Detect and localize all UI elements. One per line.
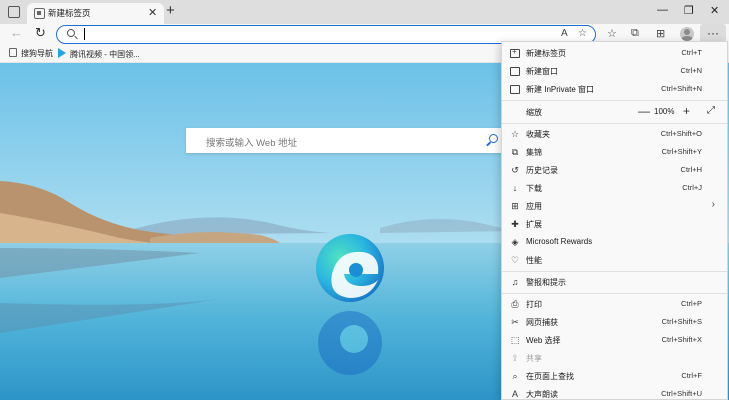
page-search-icon[interactable] (489, 134, 498, 143)
web-capture-icon: ✂ (511, 317, 519, 327)
zoom-in-button[interactable]: + (683, 104, 690, 118)
menu-item-collections[interactable]: ⧉ 集锦 Ctrl+Shift+Y (502, 143, 727, 161)
minimize-button[interactable]: — (657, 4, 668, 16)
menu-item-rewards[interactable]: ◈ Microsoft Rewards (502, 233, 727, 251)
collections-icon: ⧉ (511, 147, 519, 157)
apps-icon: ⊞ (511, 201, 519, 211)
play-icon (58, 48, 66, 58)
new-tab-favicon-icon (34, 8, 45, 19)
refresh-button[interactable]: ↻ (35, 25, 46, 41)
tab-new-tab[interactable]: 新建标签页 ✕ (27, 3, 164, 24)
menu-item-downloads[interactable]: ↓ 下载 Ctrl+J (502, 179, 727, 197)
zoom-level: 100% (654, 107, 675, 116)
read-aloud-icon[interactable]: A (561, 28, 568, 39)
menu-item-alerts[interactable]: ♫ 警报和提示 (502, 273, 727, 291)
favorite-item-tencent-video[interactable]: 腾讯视频 - 中国领... (58, 48, 140, 60)
zoom-out-button[interactable]: — (638, 104, 650, 118)
favorites-icon[interactable]: ☆ (607, 27, 617, 40)
menu-item-extensions[interactable]: ✚ 扩展 (502, 215, 727, 233)
new-window-icon (510, 67, 520, 76)
menu-item-new-tab[interactable]: 新建标签页 Ctrl+T (502, 44, 727, 62)
menu-item-share: ⇪ 共享 (502, 349, 727, 367)
document-icon (9, 48, 17, 57)
extensions-icon: ✚ (511, 219, 519, 229)
profile-avatar[interactable] (680, 27, 694, 41)
text-caret (84, 28, 85, 40)
menu-item-favorites[interactable]: ☆ 收藏夹 Ctrl+Shift+O (502, 125, 727, 143)
menu-item-performance[interactable]: ♡ 性能 (502, 251, 727, 269)
settings-menu: 新建标签页 Ctrl+T 新建窗口 Ctrl+N 新建 InPrivate 窗口… (501, 41, 728, 400)
menu-item-print[interactable]: ⎙ 打印 Ctrl+P (502, 295, 727, 313)
rewards-icon: ◈ (511, 237, 519, 247)
download-icon: ↓ (512, 183, 518, 193)
menu-item-apps[interactable]: ⊞ 应用 › (502, 197, 727, 215)
menu-separator (502, 123, 727, 124)
new-tab-icon (510, 47, 520, 58)
collections-icon[interactable]: ⧉ (631, 27, 639, 40)
edge-logo-icon (316, 234, 384, 302)
menu-item-read-aloud[interactable]: A 大声朗读 Ctrl+Shift+U (502, 385, 727, 400)
history-icon: ↺ (511, 165, 519, 175)
menu-separator (502, 271, 727, 272)
menu-item-web-select[interactable]: ⬚ Web 选择 Ctrl+Shift+X (502, 331, 727, 349)
browser-window: 新建标签页 ✕ + — ❐ ✕ ← ↻ A ☆ ☆ ⧉ ⊞ ··· 搜狗导航 腾… (0, 0, 729, 400)
new-tab-button[interactable]: + (166, 3, 175, 18)
fullscreen-icon[interactable]: ⤢ (707, 105, 715, 116)
back-button[interactable]: ← (10, 25, 23, 40)
page-search-placeholder: 搜索或输入 Web 地址 (206, 138, 298, 149)
downloads-icon[interactable]: ⊞ (656, 27, 665, 40)
menu-item-new-inprivate[interactable]: 新建 InPrivate 窗口 Ctrl+Shift+N (502, 80, 727, 98)
tab-close-icon[interactable]: ✕ (148, 6, 157, 19)
menu-separator (502, 100, 727, 101)
add-favorite-icon[interactable]: ☆ (578, 28, 587, 39)
find-icon: ⌕ (512, 371, 518, 381)
tab-actions-icon[interactable] (8, 6, 20, 18)
page-search-box[interactable]: 搜索或输入 Web 地址 (186, 128, 506, 153)
share-icon: ⇪ (511, 353, 519, 363)
menu-item-web-capture[interactable]: ✂ 网页捕获 Ctrl+Shift+S (502, 313, 727, 331)
menu-separator (502, 293, 727, 294)
inprivate-window-icon (510, 85, 520, 94)
restore-button[interactable]: ❐ (684, 4, 694, 17)
performance-icon: ♡ (510, 255, 520, 265)
menu-item-zoom: 缩放 — 100% + ⤢ (526, 104, 715, 118)
close-window-button[interactable]: ✕ (710, 4, 719, 17)
web-select-icon: ⬚ (510, 335, 520, 345)
bell-icon: ♫ (511, 277, 519, 287)
read-aloud-icon: A (511, 389, 518, 399)
favorite-item-sogou[interactable]: 搜狗导航 (9, 48, 53, 59)
chevron-right-icon: › (711, 199, 715, 210)
menu-item-history[interactable]: ↺ 历史记录 Ctrl+H (502, 161, 727, 179)
tab-strip: 新建标签页 ✕ + — ❐ ✕ (0, 0, 729, 24)
print-icon: ⎙ (511, 299, 519, 309)
menu-item-new-window[interactable]: 新建窗口 Ctrl+N (502, 62, 727, 80)
menu-item-find[interactable]: ⌕ 在页面上查找 Ctrl+F (502, 367, 727, 385)
favorites-icon: ☆ (510, 129, 520, 139)
tab-title: 新建标签页 (48, 8, 91, 18)
search-icon (67, 29, 75, 37)
